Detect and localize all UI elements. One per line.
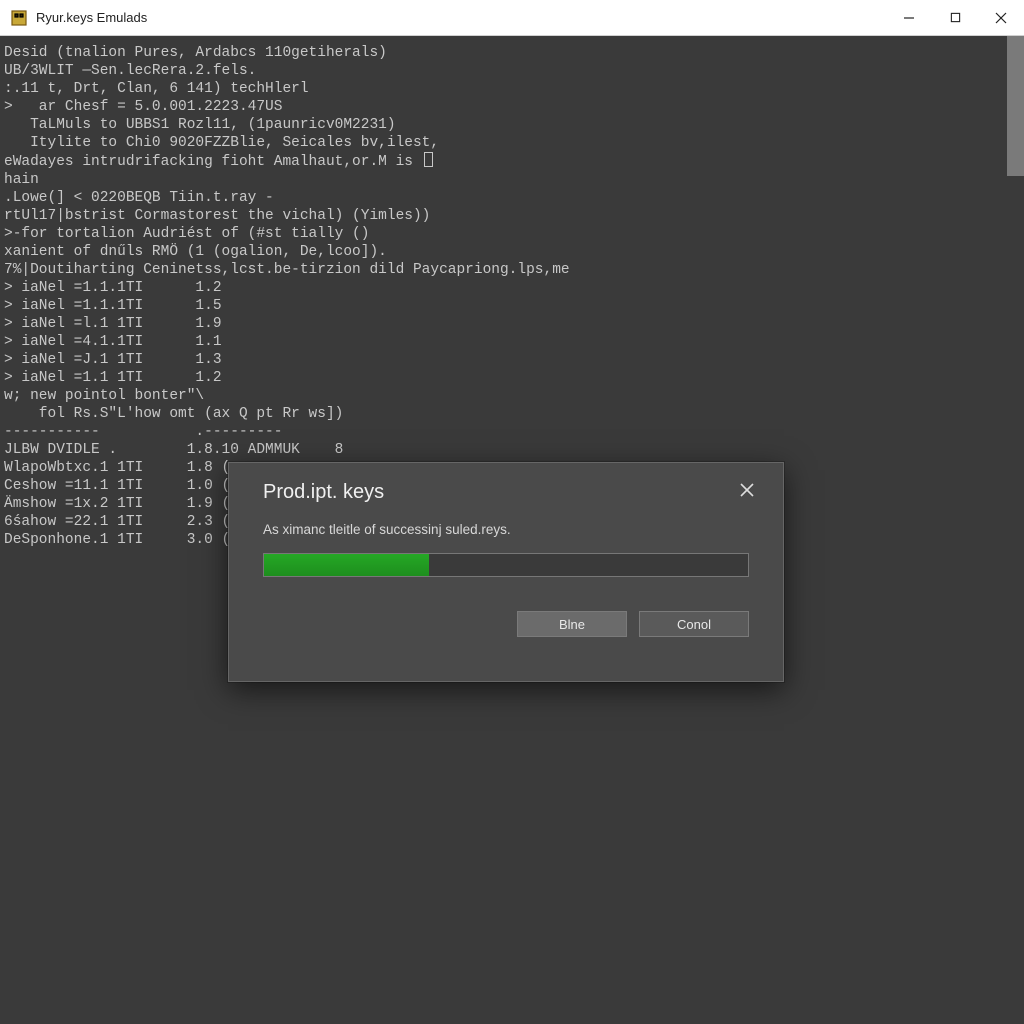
dialog-secondary-button[interactable]: Conol bbox=[639, 611, 749, 637]
terminal-line: fol Rs.S"L'how omt (ax Q pt Rr ws]) bbox=[4, 405, 1024, 423]
terminal-line: UB/3WLIT —Sen.lecRera.2.fels. bbox=[4, 62, 1024, 80]
terminal-line: > ar Chesf = 5.0.001.2223.47US bbox=[4, 98, 1024, 116]
dialog-title: Prod.ipt. keys bbox=[263, 481, 384, 504]
terminal-line: Itylite to Chi0 9020FZZBlie, Seicales bv… bbox=[4, 134, 1024, 152]
terminal-line: ----------- .--------- bbox=[4, 423, 1024, 441]
terminal-line: hain bbox=[4, 171, 1024, 189]
terminal-line: > iaNel =1.1.1TI 1.2 bbox=[4, 279, 1024, 297]
terminal-line: >-for tortalion Audriést of (#st tially … bbox=[4, 225, 1024, 243]
vertical-scrollbar[interactable] bbox=[1007, 36, 1024, 176]
maximize-button[interactable] bbox=[932, 0, 978, 36]
dialog-message: As ximanc tleitle of successinj suled.re… bbox=[229, 512, 783, 549]
window-title: Ryur.keys Emulads bbox=[36, 10, 147, 25]
terminal-line: > iaNel =l.1 1TI 1.9 bbox=[4, 315, 1024, 333]
terminal-line: JLBW DVIDLE . 1.8.10 ADMMUK 8 bbox=[4, 441, 1024, 459]
terminal-line: w; new pointol bonter"\ bbox=[4, 387, 1024, 405]
dialog-header: Prod.ipt. keys bbox=[229, 463, 783, 512]
close-button[interactable] bbox=[978, 0, 1024, 36]
app-window: Ryur.keys Emulads Desid (tnalion Pures, … bbox=[0, 0, 1024, 1024]
minimize-button[interactable] bbox=[886, 0, 932, 36]
terminal-line: > iaNel =1.1 1TI 1.2 bbox=[4, 369, 1024, 387]
dialog-close-button[interactable] bbox=[733, 476, 761, 504]
terminal-line: 7%|Doutiharting Ceninetss,lcst.be-tirzio… bbox=[4, 261, 1024, 279]
terminal-cursor bbox=[424, 152, 433, 167]
terminal-line: :.11 t, Drt, Clan, 6 141) techHlerl bbox=[4, 80, 1024, 98]
app-icon bbox=[10, 9, 28, 27]
scrollbar-thumb[interactable] bbox=[1007, 36, 1024, 176]
progress-bar bbox=[263, 553, 749, 577]
titlebar: Ryur.keys Emulads bbox=[0, 0, 1024, 36]
terminal-line: > iaNel =4.1.1TI 1.1 bbox=[4, 333, 1024, 351]
terminal-line: > iaNel =1.1.1TI 1.5 bbox=[4, 297, 1024, 315]
terminal-line: TaLMuls to UBBS1 Rozl11, (1paunricv0M223… bbox=[4, 116, 1024, 134]
dialog-primary-button[interactable]: Blne bbox=[517, 611, 627, 637]
progress-dialog: Prod.ipt. keys As ximanc tleitle of succ… bbox=[228, 462, 784, 682]
dialog-buttons: Blne Conol bbox=[229, 577, 783, 637]
terminal-line: xanient of dnűls RMÖ (1 (ogalion, De,lco… bbox=[4, 243, 1024, 261]
progress-bar-fill bbox=[264, 554, 429, 576]
terminal-line: rtUl17|bstrist Cormastorest the vichal) … bbox=[4, 207, 1024, 225]
terminal-line: eWadayes intrudrifacking fioht Amalhaut,… bbox=[4, 152, 1024, 171]
terminal-line: .Lowe(] < 0220BEQB Tiin.t.ray - bbox=[4, 189, 1024, 207]
terminal-line: > iaNel =J.1 1TI 1.3 bbox=[4, 351, 1024, 369]
terminal-line: Desid (tnalion Pures, Ardabcs 110getiher… bbox=[4, 44, 1024, 62]
